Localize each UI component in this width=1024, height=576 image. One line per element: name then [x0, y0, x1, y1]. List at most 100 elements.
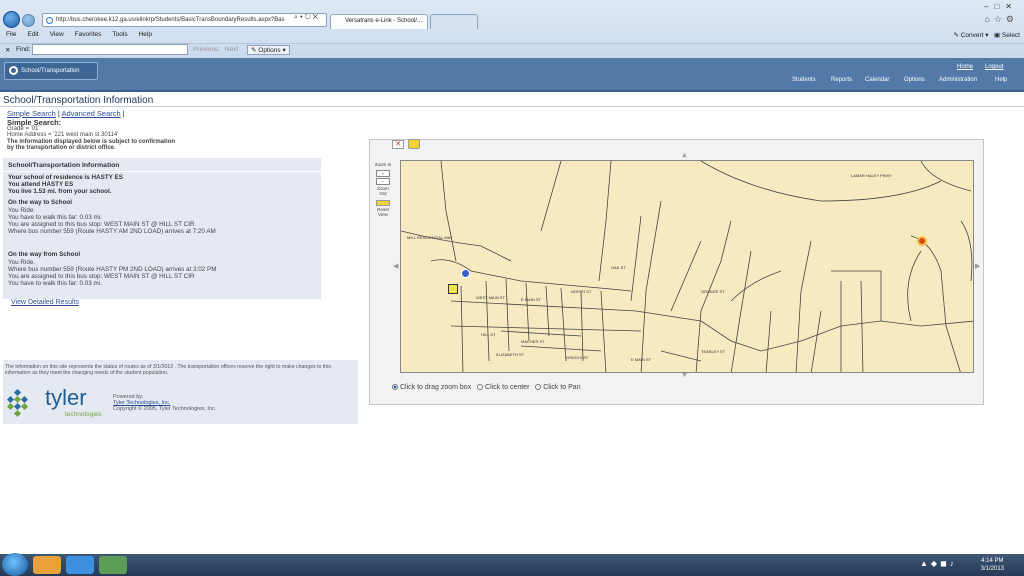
ie-page-icon: [46, 17, 53, 24]
footer: The information on this site represents …: [3, 360, 358, 424]
app-header: [0, 58, 1024, 92]
start-button[interactable]: [2, 553, 28, 576]
tab-versatrans[interactable]: Versatrans e-Link - School/...: [330, 14, 428, 29]
map-zoom-tools: Zoom In + − Zoom Out Reset View: [369, 160, 397, 217]
reset-view-icon[interactable]: [376, 200, 390, 206]
street-label: ORANGE ST: [701, 289, 725, 294]
street-label: MILL RESIDENTIAL WAY: [407, 235, 453, 240]
school-marker-icon[interactable]: [917, 236, 927, 246]
street-label: TEASLEY ST: [701, 349, 726, 354]
from-school-line: You are assigned to this bus stop: WEST …: [8, 273, 195, 280]
to-school-heading: On the way to School: [8, 199, 73, 206]
address-bar[interactable]: http://bus.cherokee.k12.ga.us/elinkrp/St…: [42, 13, 327, 27]
school-bus-icon[interactable]: [408, 139, 420, 149]
map-mode-options: Click to drag zoom box Click to center C…: [392, 384, 581, 391]
window-controls[interactable]: –□✕: [958, 2, 1018, 12]
advanced-search-link[interactable]: Advanced Search: [61, 109, 120, 118]
find-next-button[interactable]: Next: [225, 46, 238, 53]
street-label: NORTH ST: [571, 289, 592, 294]
zoom-out-button[interactable]: −: [376, 178, 390, 185]
bus-stop-marker-icon[interactable]: [448, 284, 458, 294]
radio-drag-zoom[interactable]: Click to drag zoom box: [392, 384, 471, 391]
page-title: School/Transportation Information: [3, 95, 154, 106]
view-detailed-results-link[interactable]: View Detailed Results: [11, 299, 79, 306]
address-tools[interactable]: ⌕ ▾ ↻ ✕: [294, 14, 318, 22]
radio-center[interactable]: Click to center: [477, 384, 529, 391]
find-input[interactable]: [32, 44, 188, 55]
street-label: GRIGGS ST: [566, 355, 589, 360]
pan-west-icon[interactable]: ◀: [393, 262, 398, 270]
home-link[interactable]: Home: [957, 64, 973, 70]
outlook-icon[interactable]: [33, 556, 61, 574]
street-label: OAK ST: [611, 265, 626, 270]
find-previous-button[interactable]: Previous: [193, 46, 218, 53]
logout-link[interactable]: Logout: [985, 64, 1003, 70]
street-label: HILL ST: [481, 332, 496, 337]
close-find-icon[interactable]: ✕: [5, 46, 10, 54]
simple-search-link[interactable]: Simple Search: [7, 109, 56, 118]
street-map: LAMAR HALEY PKWY MILL RESIDENTIAL WAY WE…: [401, 161, 973, 372]
street-label: E MAIN ST: [521, 297, 542, 302]
tyler-brand-sub: technologies: [65, 411, 102, 418]
home-marker-icon[interactable]: [461, 269, 470, 278]
menu-view[interactable]: View: [50, 31, 64, 38]
home-favorites-tools-icons[interactable]: ⌂☆⚙: [984, 14, 1018, 25]
school-of-residence: Your school of residence is HASTY ES: [8, 174, 123, 181]
taskbar: [0, 554, 1024, 576]
from-school-heading: On the way from School: [8, 251, 81, 258]
clear-map-icon[interactable]: ✕: [392, 140, 404, 149]
menu-bar: File Edit View Favorites Tools Help: [0, 31, 1024, 42]
zoom-in-button[interactable]: +: [376, 170, 390, 177]
from-school-line: You have to walk this far: 0.03 mi.: [8, 280, 102, 287]
pan-east-icon[interactable]: ▶: [975, 262, 980, 270]
radio-icon: [392, 384, 398, 390]
options-button[interactable]: ✎ Options ▾: [247, 45, 290, 55]
disclaimer-line-2: by the transportation or district office…: [7, 145, 116, 151]
menu-help[interactable]: Help: [139, 31, 152, 38]
zoom-in-label: Zoom In: [374, 162, 392, 167]
menu-file[interactable]: File: [6, 31, 16, 38]
search-links: Simple Search | Advanced Search |: [7, 109, 125, 118]
menu-tools[interactable]: Tools: [112, 31, 127, 38]
street-label: WEST MAIN ST: [476, 295, 505, 300]
clock[interactable]: 4:14 PM 3/1/2013: [981, 557, 1004, 573]
info-heading: School/Transportation Information: [8, 162, 120, 169]
nav-administration[interactable]: Administration: [939, 77, 977, 83]
radio-icon: [477, 384, 484, 390]
magnifier-icon: [9, 66, 18, 75]
street-label: MACHER ST: [521, 339, 545, 344]
pan-south-icon[interactable]: ▼: [681, 372, 688, 379]
radio-icon: [535, 384, 542, 390]
toolbar-right: ✎ Convert ▾ ▣ Select: [953, 31, 1020, 39]
radio-pan[interactable]: Click to Pan: [535, 384, 581, 391]
nav-reports[interactable]: Reports: [831, 77, 852, 83]
app-icon[interactable]: [99, 556, 127, 574]
pan-north-icon[interactable]: ▲: [681, 152, 688, 159]
menu-edit[interactable]: Edit: [27, 31, 38, 38]
nav-help[interactable]: Help: [995, 77, 1007, 83]
map-canvas[interactable]: LAMAR HALEY PKWY MILL RESIDENTIAL WAY WE…: [400, 160, 974, 373]
internet-explorer-icon[interactable]: [66, 556, 94, 574]
menu-favorites[interactable]: Favorites: [75, 31, 102, 38]
street-label: ELIZABETH ST: [496, 352, 525, 357]
to-school-line: You have to walk this far: 0.03 mi.: [8, 214, 102, 221]
from-school-line: Where bus number 559 (Route HASTY PM 2ND…: [8, 266, 217, 273]
from-school-line: You Ride.: [8, 259, 36, 266]
nav-students[interactable]: Students: [792, 77, 816, 83]
nav-calendar[interactable]: Calendar: [865, 77, 889, 83]
clock-date: 3/1/2013: [980, 566, 1004, 572]
clock-time: 4:14 PM: [981, 558, 1004, 564]
select-button[interactable]: ▣ Select: [994, 32, 1020, 39]
tyler-logo-icon: [6, 388, 29, 418]
tray-icons[interactable]: ▲◆◼♪: [920, 559, 957, 568]
app-logo[interactable]: School/Transportation: [4, 62, 98, 80]
tab-new[interactable]: [430, 14, 478, 29]
transportation-info-panel: School/Transportation Information Your s…: [3, 158, 321, 306]
street-label: LAMAR HALEY PKWY: [851, 173, 892, 178]
info-divider: [3, 171, 321, 172]
back-button[interactable]: [3, 11, 20, 28]
copyright: Copyright © 2005, Tyler Technologies, In…: [113, 406, 217, 412]
forward-button[interactable]: [22, 14, 35, 27]
nav-options[interactable]: Options: [904, 77, 925, 83]
convert-button[interactable]: ✎ Convert ▾: [953, 32, 988, 39]
